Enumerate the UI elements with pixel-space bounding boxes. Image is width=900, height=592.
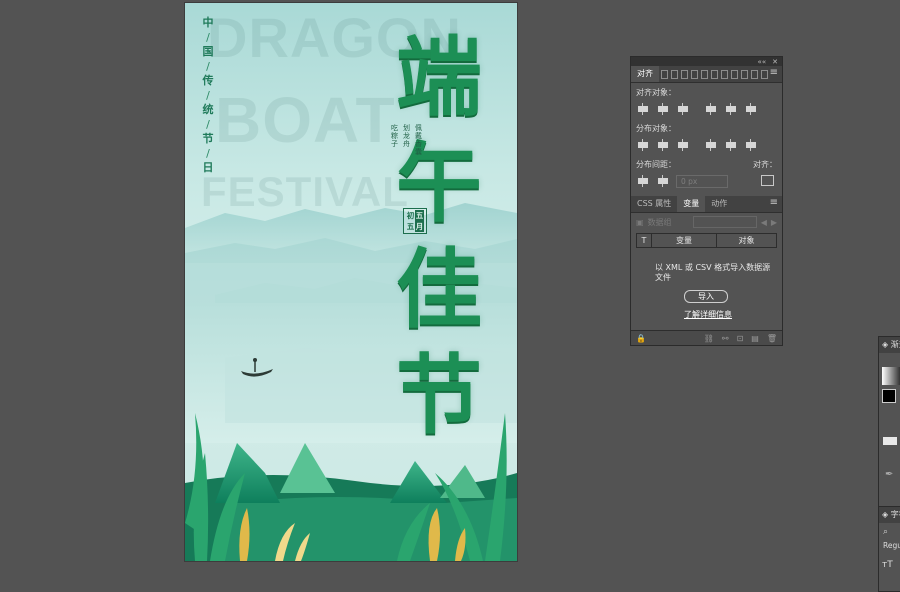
capture-icon[interactable]: ⊡ (737, 334, 744, 343)
variables-table-header: T 变量 对象 (636, 233, 777, 248)
align-top-icon[interactable] (704, 102, 718, 116)
panel-titlebar[interactable]: «« ✕ (631, 57, 782, 66)
mini-tab-icon[interactable] (690, 69, 698, 79)
camera-icon[interactable]: ▣ (636, 218, 644, 227)
distribute-top-icon[interactable] (636, 138, 650, 152)
vertical-spacing-icon[interactable] (636, 174, 650, 188)
unlink-icon[interactable]: ⚯ (722, 334, 729, 343)
distribute-objects-label: 分布对象： (636, 124, 676, 133)
align-to-selection-icon[interactable] (761, 175, 774, 186)
panel-menu-icon[interactable]: ≡ (770, 198, 778, 208)
subtitle-col-2: 划龙舟 (403, 124, 410, 148)
import-message: 以 XML 或 CSV 格式导入数据源文件 (655, 263, 771, 282)
side-char: 节 (202, 132, 214, 145)
mini-tab-icon[interactable] (720, 69, 728, 79)
title-char: 节 (396, 346, 482, 446)
mini-tab-icon[interactable] (750, 69, 758, 79)
poster-title: 端 午 佳 节 (393, 25, 485, 449)
stamp-text-2: 初五 (406, 211, 415, 231)
subtitle-col-3: 佩戴香囊 (415, 124, 422, 156)
fill-color-swatch[interactable] (882, 389, 896, 403)
close-panel-icon[interactable]: ✕ (772, 58, 778, 66)
mini-tab-icon[interactable] (760, 69, 768, 79)
side-char: 日 (202, 161, 214, 174)
title-char: 佳 (396, 240, 482, 340)
align-right-icon[interactable] (676, 102, 690, 116)
align-left-icon[interactable] (636, 102, 650, 116)
new-variable-icon[interactable]: ▤ (751, 334, 759, 343)
distribute-spacing-section: 分布间距： 对齐： 0 px (631, 155, 782, 191)
align-to-label: 对齐： (753, 160, 777, 169)
side-vertical-text: 中 / 国 / 传 / 统 / 节 / 日 (202, 16, 214, 174)
date-stamp: 五月 初五 (403, 208, 427, 234)
artboard-poster[interactable]: DRAGON BOAT FESTIVAL 中 / 国 / 传 / 统 / 节 /… (185, 3, 517, 561)
align-vertical-center-icon[interactable] (724, 102, 738, 116)
delete-variable-icon[interactable]: 🗑 (767, 334, 777, 343)
variables-empty-state: 以 XML 或 CSV 格式导入数据源文件 导入 了解详细信息 (631, 248, 782, 330)
gradient-panel-title[interactable]: ◈ 渐变 (879, 337, 900, 353)
distribute-bottom-icon[interactable] (676, 138, 690, 152)
collapse-icon[interactable]: «« (758, 58, 767, 66)
mini-tab-icon[interactable] (670, 69, 678, 79)
distribute-spacing-row: 0 px (631, 171, 782, 191)
prev-dataset-icon[interactable]: ◀ (761, 218, 767, 227)
mini-tab-icon[interactable] (730, 69, 738, 79)
next-dataset-icon[interactable]: ▶ (771, 218, 777, 227)
align-tabbar: 对齐 ≡ (631, 66, 782, 83)
link-icon[interactable]: ⛓ (704, 334, 714, 343)
character-panel-title[interactable]: ◈ 字符 (879, 507, 900, 523)
mini-tab-icon[interactable] (700, 69, 708, 79)
side-char: 中 (202, 16, 214, 29)
stamp-text-1: 五月 (415, 210, 424, 232)
dataset-toolbar: ▣ 数据组 ◀ ▶ (631, 213, 782, 231)
character-panel: ◈ 字符 ⌕ Regu ᴛT (878, 506, 900, 592)
font-style-field[interactable]: Regu (879, 537, 900, 550)
align-objects-row (631, 99, 782, 119)
title-char: 端 (396, 28, 482, 128)
align-bottom-icon[interactable] (744, 102, 758, 116)
gradient-slider-swatch[interactable] (883, 437, 897, 445)
distribute-right-icon[interactable] (744, 138, 758, 152)
side-char: 统 (202, 103, 214, 116)
import-button[interactable]: 导入 (684, 290, 728, 303)
distribute-vertical-center-icon[interactable] (656, 138, 670, 152)
mini-tab-icon[interactable] (710, 69, 718, 79)
learn-more-link[interactable]: 了解详细信息 (684, 310, 772, 320)
horizontal-spacing-icon[interactable] (656, 174, 670, 188)
font-size-icon[interactable]: ᴛT (879, 550, 900, 570)
side-char: 传 (202, 74, 214, 87)
mini-tab-icon[interactable] (680, 69, 688, 79)
gradient-panel: ◈ 渐变 ✒ (878, 336, 900, 510)
subtitle-col-1: 吃粽子 (391, 124, 398, 148)
distribute-objects-row (631, 135, 782, 155)
type-col-icon: T (637, 234, 652, 247)
tab-variables[interactable]: 变量 (677, 196, 706, 212)
panel-group: «« ✕ 对齐 ≡ 对齐对象： 分布对象： 分布间距： 对齐： 0 px CSS… (630, 56, 783, 346)
panel-menu-icon[interactable]: ≡ (770, 68, 778, 78)
tab-actions[interactable]: 动作 (705, 196, 733, 212)
dataset-select[interactable] (692, 216, 757, 228)
variables-bottom-bar: 🔒 ⛓ ⚯ ⊡ ▤ 🗑 (631, 330, 782, 345)
align-objects-label: 对齐对象： (636, 88, 676, 97)
watermark-line-3: FESTIVAL (201, 168, 409, 215)
mini-tab-icon[interactable] (660, 69, 668, 79)
align-horizontal-center-icon[interactable] (656, 102, 670, 116)
gradient-swatch[interactable] (882, 367, 900, 385)
col-variable[interactable]: 变量 (652, 234, 717, 247)
side-char: 国 (202, 45, 214, 58)
variables-tabbar: CSS 属性 变量 动作 ≡ (631, 196, 782, 213)
dataset-label: 数据组 (647, 217, 672, 227)
mini-tab-icon[interactable] (740, 69, 748, 79)
lock-icon[interactable]: 🔒 (636, 334, 646, 343)
spacing-value-field[interactable]: 0 px (676, 174, 728, 188)
watermark-line-2: BOAT (215, 84, 396, 156)
font-search-icon[interactable]: ⌕ (879, 523, 900, 537)
tab-css-properties[interactable]: CSS 属性 (631, 196, 677, 212)
col-object[interactable]: 对象 (717, 234, 776, 247)
distribute-horizontal-center-icon[interactable] (724, 138, 738, 152)
eyedropper-icon[interactable]: ✒ (885, 469, 900, 480)
tab-align[interactable]: 对齐 (631, 66, 659, 82)
distribute-left-icon[interactable] (704, 138, 718, 152)
